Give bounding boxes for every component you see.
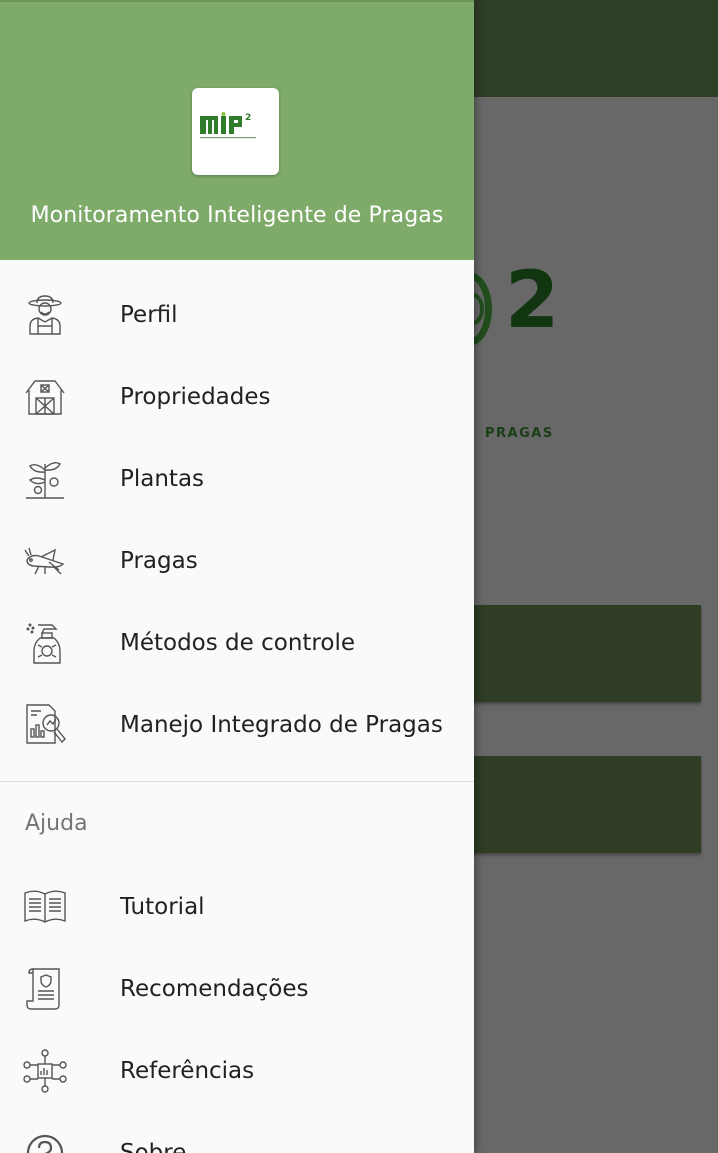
menu-item-label: Tutorial	[120, 894, 205, 920]
header-top-line	[0, 0, 474, 2]
navigation-drawer: 2 Monitoramento Inteligente de Pragas Pe…	[0, 0, 474, 1153]
app-title: Monitoramento Inteligente de Pragas	[30, 203, 444, 228]
background-logo-subtitle: PRAGAS	[485, 426, 554, 441]
menu-item-pragas[interactable]: Pragas	[0, 520, 474, 602]
grasshopper-icon	[23, 539, 67, 583]
menu-item-tutorial[interactable]: Tutorial	[0, 866, 474, 948]
farmer-icon	[23, 293, 67, 337]
menu-item-label: Sobre	[120, 1140, 187, 1153]
menu-item-sobre[interactable]: Sobre	[0, 1112, 474, 1153]
menu-item-propriedades[interactable]: Propriedades	[0, 356, 474, 438]
spray-bottle-icon	[23, 621, 67, 665]
section-label-ajuda: Ajuda	[25, 811, 88, 836]
menu-item-plantas[interactable]: Plantas	[0, 438, 474, 520]
svg-text:2: 2	[245, 113, 251, 123]
menu-item-label: Plantas	[120, 466, 205, 492]
drawer-menu: Perfil Propriedades Plantas Pragas Métod…	[0, 260, 474, 1153]
plant-icon	[23, 457, 67, 501]
book-icon	[23, 885, 67, 929]
help-circle-icon	[23, 1131, 67, 1153]
menu-item-label: Recomendações	[120, 976, 309, 1002]
menu-item-label: Manejo Integrado de Pragas	[120, 712, 443, 738]
menu-item-referencias[interactable]: Referências	[0, 1030, 474, 1112]
menu-item-perfil[interactable]: Perfil	[0, 274, 474, 356]
report-analysis-icon	[23, 703, 67, 747]
background-button-2	[440, 756, 701, 853]
barn-icon	[23, 375, 67, 419]
menu-item-metodos-de-controle[interactable]: Métodos de controle	[0, 602, 474, 684]
mip2-logo: 2	[192, 88, 279, 175]
menu-item-label: Perfil	[120, 302, 178, 328]
menu-item-manejo-integrado[interactable]: Manejo Integrado de Pragas	[0, 684, 474, 766]
menu-item-label: Métodos de controle	[120, 630, 355, 656]
network-chart-icon	[23, 1049, 67, 1093]
background-button-1	[440, 605, 701, 702]
background-logo-number: 2	[505, 256, 560, 346]
drawer-header: 2 Monitoramento Inteligente de Pragas	[0, 0, 474, 260]
menu-item-recomendacoes[interactable]: Recomendações	[0, 948, 474, 1030]
menu-item-label: Propriedades	[120, 384, 271, 410]
menu-item-label: Referências	[120, 1058, 255, 1084]
menu-item-label: Pragas	[120, 548, 198, 574]
document-scroll-icon	[23, 967, 67, 1011]
